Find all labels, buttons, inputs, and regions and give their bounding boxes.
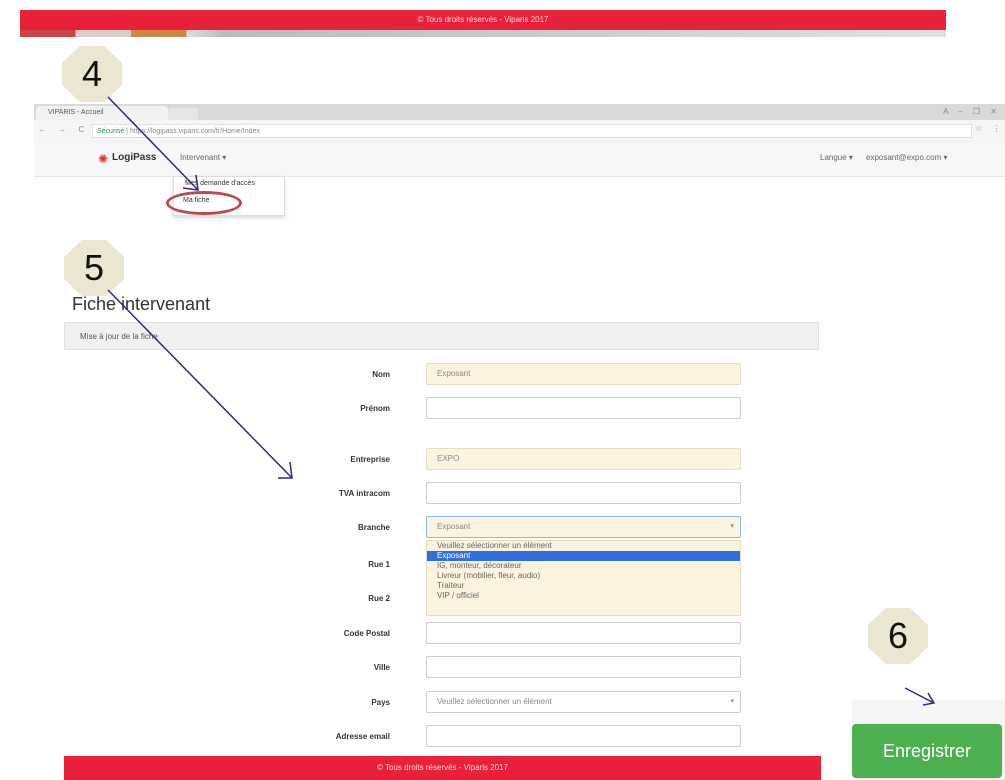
arrow-step-4 <box>107 96 199 191</box>
arrow-step-5 <box>107 289 293 479</box>
annotation-arrows <box>107 96 936 706</box>
